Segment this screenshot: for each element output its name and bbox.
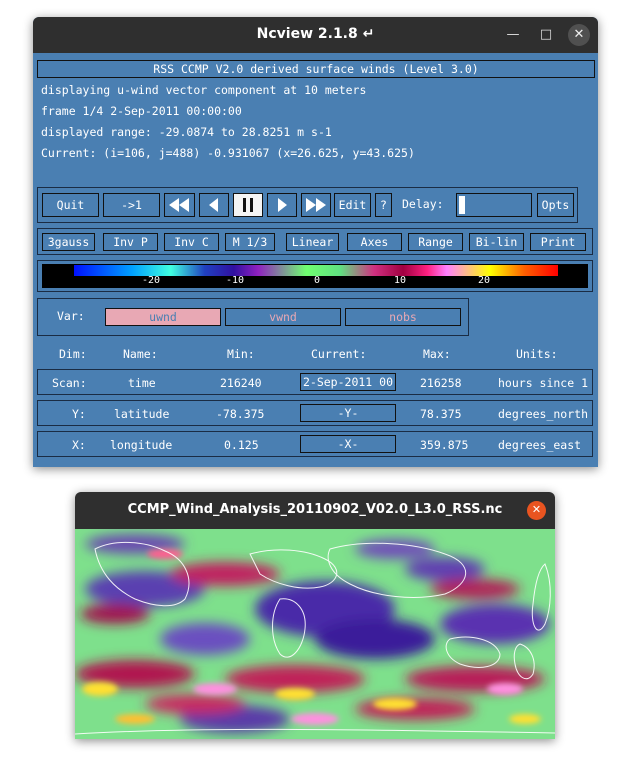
quit-button[interactable]: Quit: [42, 193, 99, 217]
dim-current-button[interactable]: -Y-: [300, 404, 396, 422]
fast-forward-icon: [306, 198, 326, 212]
wind-field-map[interactable]: [75, 529, 555, 739]
close-icon[interactable]: ✕: [527, 501, 546, 520]
dim-current-button[interactable]: -X-: [300, 435, 396, 453]
info-line-1: displaying u-wind vector component at 10…: [41, 83, 367, 97]
step-forward-button[interactable]: [267, 193, 297, 217]
return-arrow-icon: ↵: [362, 26, 375, 42]
dim-units: degrees_east: [498, 438, 582, 452]
close-icon[interactable]: ✕: [568, 24, 590, 46]
option-axes-button[interactable]: Axes: [347, 233, 402, 251]
dim-min: -78.375: [216, 407, 265, 421]
dim-min: 0.125: [224, 438, 259, 452]
help-button[interactable]: ?: [375, 193, 392, 217]
delay-slider[interactable]: [456, 193, 532, 217]
map-window: CCMP_Wind_Analysis_20110902_V02.0_L3.0_R…: [75, 492, 555, 739]
fast-forward-button[interactable]: [301, 193, 331, 217]
dim-row-scan: Scan: time 216240 2-Sep-2011 00 216258 h…: [37, 369, 593, 395]
min-header: Min:: [227, 347, 255, 361]
option-3gauss-button[interactable]: 3gauss: [42, 233, 95, 251]
pause-icon: [243, 198, 253, 212]
step-forward-icon: [278, 198, 287, 212]
dim-max: 78.375: [420, 407, 462, 421]
max-header: Max:: [423, 347, 451, 361]
dim-row-y: Y: latitude -78.375 -Y- 78.375 degrees_n…: [37, 400, 593, 426]
titlebar: Ncview 2.1.8 ↵ — □ ✕: [33, 17, 598, 53]
colorbar-tick-label: 10: [394, 275, 407, 286]
dim-name: time: [128, 376, 156, 390]
var-label: Var:: [57, 309, 85, 323]
dim-header: Dim:: [59, 347, 87, 361]
dim-label: X:: [72, 438, 86, 452]
opts-button[interactable]: Opts: [537, 193, 574, 217]
dim-name: longitude: [110, 438, 173, 452]
colorbar-tick-label: 20: [478, 275, 491, 286]
step-back-icon: [209, 198, 218, 212]
dim-name: latitude: [114, 407, 170, 421]
dim-units: hours since 1: [498, 376, 589, 390]
info-line-3: displayed range: -29.0874 to 28.8251 m s…: [41, 125, 332, 139]
window-title-text: Ncview 2.1.8: [256, 26, 358, 42]
option-linear-button[interactable]: Linear: [286, 233, 339, 251]
colorbar-tick-label: 0: [314, 275, 321, 286]
delay-label: Delay:: [402, 197, 444, 211]
dim-min: 216240: [220, 376, 262, 390]
option-bilin-button[interactable]: Bi-lin: [469, 233, 524, 251]
dim-max: 359.875: [420, 438, 469, 452]
fast-rewind-icon: [169, 198, 189, 212]
units-header: Units:: [516, 347, 558, 361]
dataset-label: RSS CCMP V2.0 derived surface winds (Lev…: [37, 60, 595, 78]
dim-current-button[interactable]: 2-Sep-2011 00: [300, 373, 396, 391]
colorbar: -20 -10 0 10 20: [42, 264, 588, 288]
step-to-first-button[interactable]: ->1: [103, 193, 160, 217]
map-window-title: CCMP_Wind_Analysis_20110902_V02.0_L3.0_R…: [127, 502, 503, 517]
name-header: Name:: [123, 347, 158, 361]
dim-units: degrees_north: [498, 407, 589, 421]
ncview-window: Ncview 2.1.8 ↵ — □ ✕ RSS CCMP V2.0 deriv…: [33, 17, 598, 467]
var-vwnd-button[interactable]: vwnd: [225, 308, 341, 326]
dim-label: Y:: [72, 407, 86, 421]
current-header: Current:: [311, 347, 367, 361]
pause-button[interactable]: [233, 193, 263, 217]
delay-slider-thumb[interactable]: [459, 196, 465, 214]
info-line-2: frame 1/4 2-Sep-2011 00:00:00: [41, 104, 242, 118]
dim-row-x: X: longitude 0.125 -X- 359.875 degrees_e…: [37, 431, 593, 457]
edit-button[interactable]: Edit: [334, 193, 371, 217]
dim-max: 216258: [420, 376, 462, 390]
colorbar-tick-label: -20: [142, 275, 161, 286]
minimize-icon[interactable]: —: [503, 25, 523, 45]
option-range-button[interactable]: Range: [408, 233, 463, 251]
info-line-4: Current: (i=106, j=488) -0.931067 (x=26.…: [41, 146, 415, 160]
maximize-icon[interactable]: □: [536, 25, 556, 45]
option-inv-p-button[interactable]: Inv P: [103, 233, 158, 251]
option-print-button[interactable]: Print: [530, 233, 586, 251]
step-back-button[interactable]: [199, 193, 229, 217]
fast-rewind-button[interactable]: [164, 193, 195, 217]
option-inv-c-button[interactable]: Inv C: [164, 233, 219, 251]
dim-label: Scan:: [52, 376, 87, 390]
option-magnify-button[interactable]: M 1/3: [225, 233, 275, 251]
var-uwnd-button[interactable]: uwnd: [105, 308, 221, 326]
var-nobs-button[interactable]: nobs: [345, 308, 461, 326]
colorbar-tick-label: -10: [226, 275, 245, 286]
